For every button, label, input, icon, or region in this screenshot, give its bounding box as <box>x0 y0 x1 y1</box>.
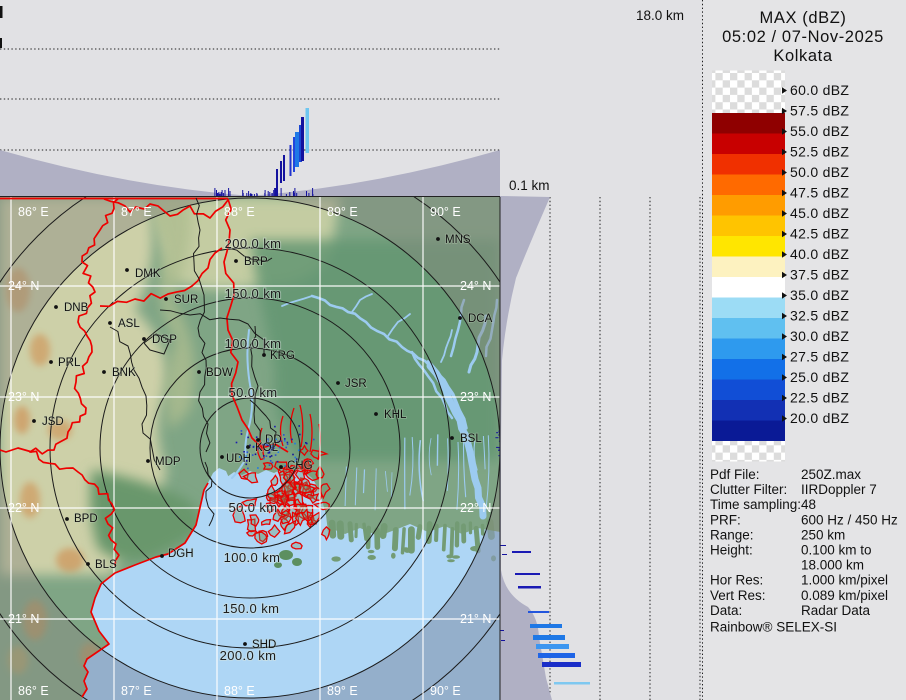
svg-text:23° N: 23° N <box>8 390 39 404</box>
svg-text:90° E: 90° E <box>430 205 461 219</box>
svg-text:Range:: Range: <box>710 527 754 542</box>
svg-text:MAX (dBZ): MAX (dBZ) <box>760 9 847 27</box>
svg-text:25.0 dBZ: 25.0 dBZ <box>790 369 849 385</box>
svg-text:18.000 km: 18.000 km <box>801 558 864 573</box>
svg-text:0.100 km to: 0.100 km to <box>801 543 872 558</box>
svg-text:DNB: DNB <box>64 302 89 314</box>
svg-text:JSD: JSD <box>42 416 64 428</box>
svg-text:BRP: BRP <box>244 256 268 268</box>
svg-text:89° E: 89° E <box>327 684 358 698</box>
svg-text:150.0 km: 150.0 km <box>225 286 282 301</box>
svg-text:24° N: 24° N <box>8 279 39 293</box>
svg-text:IIRDoppler 7: IIRDoppler 7 <box>801 482 877 497</box>
svg-text:KRG: KRG <box>270 350 295 362</box>
svg-text:42.5 dBZ: 42.5 dBZ <box>790 226 849 242</box>
svg-text:18.0 km: 18.0 km <box>636 8 684 23</box>
svg-text:200.0 km: 200.0 km <box>225 236 282 251</box>
svg-text:600 Hz / 450 Hz: 600 Hz / 450 Hz <box>801 512 898 527</box>
svg-text:BSL: BSL <box>460 433 482 445</box>
svg-text:48: 48 <box>801 497 816 512</box>
svg-text:ASL: ASL <box>118 318 140 330</box>
svg-text:Height:: Height: <box>710 543 753 558</box>
svg-text:50.0 km: 50.0 km <box>228 500 277 515</box>
svg-text:Clutter Filter:: Clutter Filter: <box>710 482 787 497</box>
svg-text:05:02 / 07-Nov-2025: 05:02 / 07-Nov-2025 <box>722 28 884 46</box>
svg-text:30.0 dBZ: 30.0 dBZ <box>790 328 849 344</box>
svg-text:1.000 km/pixel: 1.000 km/pixel <box>801 573 888 588</box>
svg-text:45.0 dBZ: 45.0 dBZ <box>790 205 849 221</box>
svg-text:DGP: DGP <box>152 334 177 346</box>
svg-text:86° E: 86° E <box>18 684 49 698</box>
svg-text:23° N: 23° N <box>460 390 491 404</box>
svg-text:32.5 dBZ: 32.5 dBZ <box>790 308 849 324</box>
svg-text:88° E: 88° E <box>224 684 255 698</box>
svg-text:55.0 dBZ: 55.0 dBZ <box>790 123 849 139</box>
svg-text:89° E: 89° E <box>327 205 358 219</box>
svg-text:100.0 km: 100.0 km <box>225 336 282 351</box>
svg-text:0.1 km: 0.1 km <box>509 178 550 193</box>
svg-text:20.0 dBZ: 20.0 dBZ <box>790 410 849 426</box>
svg-text:57.5 dBZ: 57.5 dBZ <box>790 103 849 119</box>
svg-text:35.0 dBZ: 35.0 dBZ <box>790 287 849 303</box>
svg-text:100.0 km: 100.0 km <box>224 550 281 565</box>
svg-text:Pdf File:: Pdf File: <box>710 467 760 482</box>
svg-text:MNS: MNS <box>445 234 471 246</box>
svg-text:86° E: 86° E <box>18 205 49 219</box>
svg-text:90° E: 90° E <box>430 684 461 698</box>
svg-text:BLS: BLS <box>95 559 117 571</box>
svg-text:Radar Data: Radar Data <box>801 603 871 618</box>
svg-text:JSR: JSR <box>345 378 367 390</box>
svg-text:SUR: SUR <box>174 294 198 306</box>
svg-text:SHD: SHD <box>252 639 276 651</box>
svg-text:50.0 km: 50.0 km <box>228 385 277 400</box>
svg-text:BDW: BDW <box>206 367 233 379</box>
svg-text:KOL: KOL <box>255 442 279 454</box>
svg-text:22° N: 22° N <box>8 501 39 515</box>
svg-text:150.0 km: 150.0 km <box>223 601 280 616</box>
svg-text:PRF:: PRF: <box>710 512 741 527</box>
svg-text:0.089 km/pixel: 0.089 km/pixel <box>801 588 888 603</box>
svg-text:87° E: 87° E <box>121 684 152 698</box>
svg-text:50.0 dBZ: 50.0 dBZ <box>790 164 849 180</box>
svg-text:22.5 dBZ: 22.5 dBZ <box>790 390 849 406</box>
svg-text:47.5 dBZ: 47.5 dBZ <box>790 185 849 201</box>
svg-text:UDH: UDH <box>226 453 251 465</box>
svg-text:BNK: BNK <box>112 367 136 379</box>
svg-text:250 km: 250 km <box>801 527 845 542</box>
svg-text:24° N: 24° N <box>460 279 491 293</box>
svg-text:Vert Res:: Vert Res: <box>710 588 766 603</box>
svg-text:Time sampling:: Time sampling: <box>710 497 801 512</box>
svg-text:CHG: CHG <box>287 460 313 472</box>
svg-text:40.0 dBZ: 40.0 dBZ <box>790 246 849 262</box>
svg-text:PRL: PRL <box>58 357 81 369</box>
svg-text:88° E: 88° E <box>224 205 255 219</box>
svg-text:BPD: BPD <box>74 513 98 525</box>
svg-text:27.5 dBZ: 27.5 dBZ <box>790 349 849 365</box>
svg-text:MDP: MDP <box>155 456 181 468</box>
svg-text:Data:: Data: <box>710 603 742 618</box>
svg-text:21° N: 21° N <box>8 612 39 626</box>
svg-text:60.0 dBZ: 60.0 dBZ <box>790 82 849 98</box>
svg-text:52.5 dBZ: 52.5 dBZ <box>790 144 849 160</box>
svg-text:KHL: KHL <box>384 409 407 421</box>
svg-text:Hor Res:: Hor Res: <box>710 573 763 588</box>
svg-text:Rainbow® SELEX-SI: Rainbow® SELEX-SI <box>710 620 837 635</box>
svg-text:37.5 dBZ: 37.5 dBZ <box>790 267 849 283</box>
svg-text:22° N: 22° N <box>460 501 491 515</box>
svg-text:DGH: DGH <box>168 548 194 560</box>
svg-text:21° N: 21° N <box>460 612 491 626</box>
svg-text:250Z.max: 250Z.max <box>801 467 861 482</box>
svg-text:DMK: DMK <box>135 268 161 280</box>
svg-text:Kolkata: Kolkata <box>773 47 832 65</box>
svg-text:87° E: 87° E <box>121 205 152 219</box>
svg-text:DCA: DCA <box>468 313 493 325</box>
